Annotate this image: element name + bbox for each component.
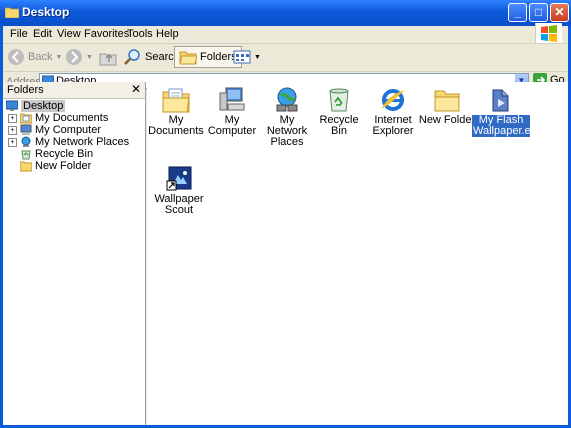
file-view: My Documents My Computer My Network Plac… [147,82,568,425]
desktop-item-label: Internet Explorer [372,114,414,137]
tree-item-label: My Network Places [35,136,130,148]
folders-pane-header: Folders ✕ [3,82,145,99]
views-button[interactable]: ▼ [233,46,261,68]
wallpaper-scout-shortcut-icon [166,166,192,191]
desktop-item-my-computer[interactable]: My Computer [203,87,261,137]
menu-tools[interactable]: Tools [127,28,153,40]
recycle-bin-icon [329,88,349,112]
maximize-button[interactable]: □ [529,3,548,22]
views-icon [233,50,251,64]
explorer-window: Desktop _ □ ✕ File Edit View Favorites T… [0,0,571,428]
views-dropdown-icon[interactable]: ▼ [254,54,261,61]
desktop-item-label: Wallpaper Scout [154,193,204,216]
tree-item-label: New Folder [35,160,92,172]
standard-toolbar: Back ▼ ▼ Search Folders ▼ [3,44,568,72]
tree-item-label: My Documents [35,112,109,124]
windows-logo [535,23,562,43]
tree-item-label: My Computer [35,124,102,136]
folders-label: Folders [200,51,237,63]
menu-bar: File Edit View Favorites Tools Help [3,23,568,44]
expand-icon[interactable]: + [8,137,17,147]
desktop-icon [6,100,18,111]
recycle-bin-icon [21,150,31,160]
back-dropdown-icon[interactable]: ▼ [55,54,62,61]
folders-pane-close-button[interactable]: ✕ [131,82,141,96]
expand-icon[interactable]: + [8,125,17,135]
desktop-item-label: My Computer [207,114,257,137]
back-label: Back [28,51,53,63]
desktop-item-label: My Network Places [266,114,308,148]
search-button[interactable]: Search [124,46,180,68]
tree-item-my-computer[interactable]: + My Computer [8,124,101,136]
folders-icon [179,51,197,65]
folder-icon [434,90,460,112]
desktop-item-label: Recycle Bin [319,114,359,137]
desktop-item-label: New Folder [418,114,476,126]
tree-item-label: Recycle Bin [35,148,94,160]
desktop-item-my-network-places[interactable]: My Network Places [258,87,316,148]
internet-explorer-icon [382,89,405,111]
menu-help[interactable]: Help [156,28,179,40]
folders-pane: Folders ✕ Desktop + My Documents + My Co… [3,82,146,425]
my-documents-icon [162,88,190,113]
forward-arrow-icon [66,49,82,65]
flash-wallpaper-icon [492,89,509,112]
tree-item-new-folder[interactable]: New Folder [20,160,91,172]
my-computer-icon [20,124,32,135]
folder-icon [5,7,19,18]
title-bar[interactable]: Desktop _ □ ✕ [0,0,571,26]
forward-dropdown-icon[interactable]: ▼ [86,54,93,61]
folders-pane-title: Folders [7,84,44,96]
back-arrow-icon [8,49,24,65]
windows-flag-icon [541,25,557,42]
desktop-item-label: My Documents [148,114,204,137]
up-folder-icon [99,53,117,66]
window-client: File Edit View Favorites Tools Help Back… [3,23,568,425]
my-documents-icon [20,113,32,124]
menu-edit[interactable]: Edit [33,28,52,40]
desktop-item-my-flash-wallpaper[interactable]: My Flash Wallpaper.exe [472,87,543,137]
up-button[interactable] [99,46,117,68]
minimize-button[interactable]: _ [508,3,527,22]
folder-icon [20,161,32,172]
desktop-item-new-folder[interactable]: New Folder [418,87,476,126]
forward-button[interactable]: ▼ [65,46,93,68]
desktop-item-recycle-bin[interactable]: Recycle Bin [310,87,368,137]
desktop-item-internet-explorer[interactable]: Internet Explorer [364,87,422,137]
network-places-icon [276,87,298,112]
close-button[interactable]: ✕ [550,3,569,22]
tree-item-label: Desktop [21,100,66,112]
desktop-item-wallpaper-scout[interactable]: Wallpaper Scout [150,166,208,216]
menu-favorites[interactable]: Favorites [84,28,129,40]
tree-item-desktop[interactable]: Desktop [6,100,66,112]
desktop-item-my-documents[interactable]: My Documents [147,87,205,137]
back-button[interactable]: Back ▼ [7,46,62,68]
desktop-item-label: My Flash Wallpaper.exe [472,114,543,137]
search-icon [124,49,140,65]
tree-item-my-documents[interactable]: + My Documents [8,112,108,124]
menu-view[interactable]: View [57,28,81,40]
tree-item-my-network-places[interactable]: + My Network Places [8,136,129,148]
network-places-icon [21,136,31,147]
my-computer-icon [219,87,245,111]
window-title: Desktop [22,5,70,19]
tree-item-recycle-bin[interactable]: Recycle Bin [20,148,93,160]
expand-icon[interactable]: + [8,113,17,123]
folders-button[interactable]: Folders [174,46,242,68]
menu-file[interactable]: File [10,28,28,40]
